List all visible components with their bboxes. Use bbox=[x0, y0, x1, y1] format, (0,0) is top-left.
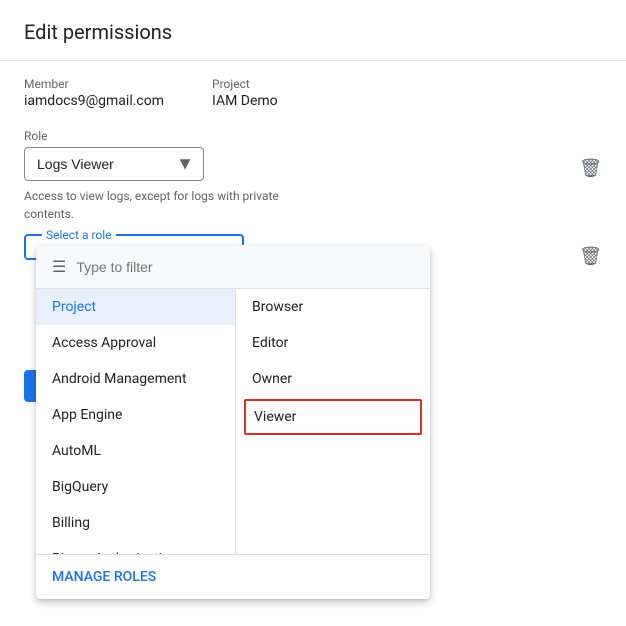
category-item-access-approval[interactable]: Access Approval bbox=[36, 325, 235, 361]
category-item-android-management[interactable]: Android Management bbox=[36, 361, 235, 397]
role-label: Role bbox=[24, 129, 602, 143]
category-item-project[interactable]: Project bbox=[36, 289, 235, 325]
category-item-app-engine[interactable]: App Engine bbox=[36, 397, 235, 433]
page-title: Edit permissions bbox=[24, 20, 602, 44]
dropdown-columns: Project Access Approval Android Manageme… bbox=[36, 289, 430, 554]
page-content: Member iamdocs9@gmail.com Project IAM De… bbox=[0, 61, 626, 251]
project-group: Project IAM Demo bbox=[212, 77, 278, 109]
role-item-editor[interactable]: Editor bbox=[236, 325, 430, 361]
member-group: Member iamdocs9@gmail.com bbox=[24, 77, 164, 109]
meta-row: Member iamdocs9@gmail.com Project IAM De… bbox=[24, 77, 602, 109]
member-value: iamdocs9@gmail.com bbox=[24, 93, 164, 109]
category-item-billing[interactable]: Billing bbox=[36, 505, 235, 541]
category-item-binary-authorization[interactable]: Binary Authorization bbox=[36, 541, 235, 554]
filter-icon: ☰ bbox=[52, 257, 66, 276]
project-value: IAM Demo bbox=[212, 93, 278, 109]
category-item-automl[interactable]: AutoML bbox=[36, 433, 235, 469]
role-section: Role Logs Viewer ▼ Access to view logs, … bbox=[24, 129, 602, 223]
roles-list: Browser Editor Owner Viewer bbox=[236, 289, 430, 554]
manage-roles-link[interactable]: MANAGE ROLES bbox=[36, 554, 430, 599]
category-item-bigquery[interactable]: BigQuery bbox=[36, 469, 235, 505]
categories-list: Project Access Approval Android Manageme… bbox=[36, 289, 236, 554]
role-select[interactable]: Logs Viewer bbox=[24, 147, 204, 181]
filter-bar: ☰ bbox=[36, 245, 430, 289]
role-item-browser[interactable]: Browser bbox=[236, 289, 430, 325]
role-item-viewer[interactable]: Viewer bbox=[244, 399, 422, 435]
role-dropdown-panel: ☰ Project Access Approval Android Manage… bbox=[36, 245, 430, 599]
filter-input[interactable] bbox=[76, 259, 414, 275]
page-header: Edit permissions bbox=[0, 0, 626, 61]
select-role-legend: Select a role bbox=[42, 228, 116, 242]
role-select-wrapper: Logs Viewer ▼ bbox=[24, 147, 204, 181]
project-label: Project bbox=[212, 77, 278, 91]
page-container: Edit permissions Member iamdocs9@gmail.c… bbox=[0, 0, 626, 626]
delete-role-button-1[interactable]: 🗑 bbox=[579, 158, 602, 179]
role-item-owner[interactable]: Owner bbox=[236, 361, 430, 397]
role-description: Access to view logs, except for logs wit… bbox=[24, 187, 304, 223]
member-label: Member bbox=[24, 77, 164, 91]
delete-role-button-2[interactable]: 🗑 bbox=[579, 246, 602, 267]
